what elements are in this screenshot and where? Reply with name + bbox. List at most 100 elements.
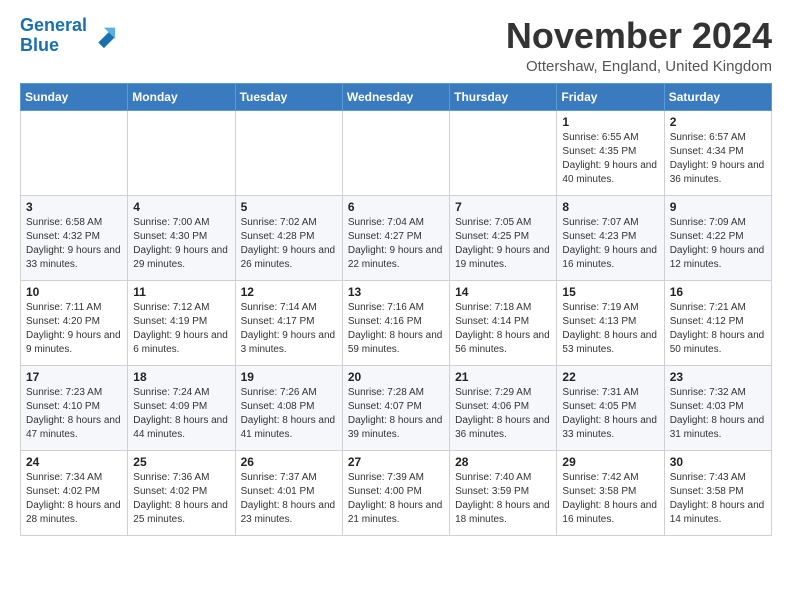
page: GeneralBlue November 2024 Ottershaw, Eng… — [0, 0, 792, 546]
day-number: 27 — [348, 455, 444, 469]
day-number: 15 — [562, 285, 658, 299]
table-cell: 21 Sunrise: 7:29 AM Sunset: 4:06 PM Dayli… — [450, 365, 557, 450]
table-cell: 4 Sunrise: 7:00 AM Sunset: 4:30 PM Daylig… — [128, 195, 235, 280]
day-number: 9 — [670, 200, 766, 214]
day-info: Sunrise: 7:09 AM Sunset: 4:22 PM Dayligh… — [670, 216, 766, 272]
day-info: Sunrise: 7:18 AM Sunset: 4:14 PM Dayligh… — [455, 301, 551, 357]
table-cell: 10Sunrise: 7:11 AM Sunset: 4:20 PM Dayli… — [21, 280, 128, 365]
table-cell — [235, 110, 342, 195]
day-info: Sunrise: 7:05 AM Sunset: 4:25 PM Dayligh… — [455, 216, 551, 272]
table-cell: 22 Sunrise: 7:31 AM Sunset: 4:05 PM Dayli… — [557, 365, 664, 450]
day-info: Sunrise: 6:55 AM Sunset: 4:35 PM Dayligh… — [562, 131, 658, 187]
day-number: 12 — [241, 285, 337, 299]
day-info: Sunrise: 7:00 AM Sunset: 4:30 PM Dayligh… — [133, 216, 229, 272]
table-cell: 11 Sunrise: 7:12 AM Sunset: 4:19 PM Dayli… — [128, 280, 235, 365]
table-cell — [450, 110, 557, 195]
week-row-4: 17 Sunrise: 7:23 AM Sunset: 4:10 PM Dayli… — [21, 365, 772, 450]
table-cell: 17 Sunrise: 7:23 AM Sunset: 4:10 PM Dayli… — [21, 365, 128, 450]
table-cell: 13 Sunrise: 7:16 AM Sunset: 4:16 PM Dayli… — [342, 280, 449, 365]
header-row: Sunday Monday Tuesday Wednesday Thursday… — [21, 83, 772, 110]
day-info: Sunrise: 6:57 AM Sunset: 4:34 PM Dayligh… — [670, 131, 766, 187]
day-info: Sunrise: 7:34 AM Sunset: 4:02 PM Dayligh… — [26, 471, 122, 527]
day-number: 11 — [133, 285, 229, 299]
day-number: 24 — [26, 455, 122, 469]
week-row-1: 1 Sunrise: 6:55 AM Sunset: 4:35 PM Daylig… — [21, 110, 772, 195]
col-monday: Monday — [128, 83, 235, 110]
table-cell: 9 Sunrise: 7:09 AM Sunset: 4:22 PM Daylig… — [664, 195, 771, 280]
day-number: 7 — [455, 200, 551, 214]
day-number: 2 — [670, 115, 766, 129]
day-number: 1 — [562, 115, 658, 129]
day-info: Sunrise: 7:43 AM Sunset: 3:58 PM Dayligh… — [670, 471, 766, 527]
day-number: 30 — [670, 455, 766, 469]
day-info: Sunrise: 7:24 AM Sunset: 4:09 PM Dayligh… — [133, 386, 229, 442]
table-cell: 29 Sunrise: 7:42 AM Sunset: 3:58 PM Dayli… — [557, 450, 664, 535]
table-cell: 7 Sunrise: 7:05 AM Sunset: 4:25 PM Daylig… — [450, 195, 557, 280]
day-number: 3 — [26, 200, 122, 214]
calendar-table: Sunday Monday Tuesday Wednesday Thursday… — [20, 83, 772, 536]
col-tuesday: Tuesday — [235, 83, 342, 110]
title-block: November 2024 Ottershaw, England, United… — [506, 16, 772, 75]
week-row-3: 10Sunrise: 7:11 AM Sunset: 4:20 PM Dayli… — [21, 280, 772, 365]
day-info: Sunrise: 7:07 AM Sunset: 4:23 PM Dayligh… — [562, 216, 658, 272]
table-cell: 18 Sunrise: 7:24 AM Sunset: 4:09 PM Dayli… — [128, 365, 235, 450]
week-row-2: 3Sunrise: 6:58 AM Sunset: 4:32 PM Daylig… — [21, 195, 772, 280]
header: GeneralBlue November 2024 Ottershaw, Eng… — [20, 16, 772, 75]
day-info: Sunrise: 7:23 AM Sunset: 4:10 PM Dayligh… — [26, 386, 122, 442]
day-number: 19 — [241, 370, 337, 384]
table-cell: 2 Sunrise: 6:57 AM Sunset: 4:34 PM Daylig… — [664, 110, 771, 195]
table-cell: 15 Sunrise: 7:19 AM Sunset: 4:13 PM Dayli… — [557, 280, 664, 365]
day-number: 4 — [133, 200, 229, 214]
day-info: Sunrise: 7:21 AM Sunset: 4:12 PM Dayligh… — [670, 301, 766, 357]
table-cell: 8 Sunrise: 7:07 AM Sunset: 4:23 PM Daylig… — [557, 195, 664, 280]
table-cell: 3Sunrise: 6:58 AM Sunset: 4:32 PM Daylig… — [21, 195, 128, 280]
table-cell: 25 Sunrise: 7:36 AM Sunset: 4:02 PM Dayli… — [128, 450, 235, 535]
day-number: 23 — [670, 370, 766, 384]
day-info: Sunrise: 7:16 AM Sunset: 4:16 PM Dayligh… — [348, 301, 444, 357]
day-info: Sunrise: 7:36 AM Sunset: 4:02 PM Dayligh… — [133, 471, 229, 527]
table-cell — [342, 110, 449, 195]
logo-text: GeneralBlue — [20, 16, 87, 56]
col-wednesday: Wednesday — [342, 83, 449, 110]
day-number: 13 — [348, 285, 444, 299]
table-cell: 28 Sunrise: 7:40 AM Sunset: 3:59 PM Dayli… — [450, 450, 557, 535]
day-number: 28 — [455, 455, 551, 469]
week-row-5: 24 Sunrise: 7:34 AM Sunset: 4:02 PM Dayli… — [21, 450, 772, 535]
day-number: 22 — [562, 370, 658, 384]
table-cell — [128, 110, 235, 195]
day-info: Sunrise: 7:37 AM Sunset: 4:01 PM Dayligh… — [241, 471, 337, 527]
table-cell: 1 Sunrise: 6:55 AM Sunset: 4:35 PM Daylig… — [557, 110, 664, 195]
day-info: Sunrise: 7:40 AM Sunset: 3:59 PM Dayligh… — [455, 471, 551, 527]
day-info: Sunrise: 7:32 AM Sunset: 4:03 PM Dayligh… — [670, 386, 766, 442]
table-cell: 6Sunrise: 7:04 AM Sunset: 4:27 PM Daylig… — [342, 195, 449, 280]
day-info: Sunrise: 7:29 AM Sunset: 4:06 PM Dayligh… — [455, 386, 551, 442]
day-number: 8 — [562, 200, 658, 214]
table-cell: 5Sunrise: 7:02 AM Sunset: 4:28 PM Daylig… — [235, 195, 342, 280]
day-info: Sunrise: 7:02 AM Sunset: 4:28 PM Dayligh… — [241, 216, 337, 272]
logo: GeneralBlue — [20, 16, 117, 56]
day-number: 16 — [670, 285, 766, 299]
table-cell: 12Sunrise: 7:14 AM Sunset: 4:17 PM Dayli… — [235, 280, 342, 365]
day-number: 26 — [241, 455, 337, 469]
day-number: 18 — [133, 370, 229, 384]
col-thursday: Thursday — [450, 83, 557, 110]
day-number: 25 — [133, 455, 229, 469]
table-cell: 26 Sunrise: 7:37 AM Sunset: 4:01 PM Dayli… — [235, 450, 342, 535]
day-number: 17 — [26, 370, 122, 384]
day-number: 21 — [455, 370, 551, 384]
month-title: November 2024 — [506, 16, 772, 56]
day-info: Sunrise: 7:12 AM Sunset: 4:19 PM Dayligh… — [133, 301, 229, 357]
day-number: 14 — [455, 285, 551, 299]
day-info: Sunrise: 7:19 AM Sunset: 4:13 PM Dayligh… — [562, 301, 658, 357]
day-number: 20 — [348, 370, 444, 384]
table-cell: 24 Sunrise: 7:34 AM Sunset: 4:02 PM Dayli… — [21, 450, 128, 535]
col-saturday: Saturday — [664, 83, 771, 110]
day-info: Sunrise: 7:26 AM Sunset: 4:08 PM Dayligh… — [241, 386, 337, 442]
col-friday: Friday — [557, 83, 664, 110]
day-number: 29 — [562, 455, 658, 469]
table-cell: 16 Sunrise: 7:21 AM Sunset: 4:12 PM Dayli… — [664, 280, 771, 365]
day-info: Sunrise: 7:31 AM Sunset: 4:05 PM Dayligh… — [562, 386, 658, 442]
day-info: Sunrise: 7:42 AM Sunset: 3:58 PM Dayligh… — [562, 471, 658, 527]
logo-icon — [89, 22, 117, 50]
col-sunday: Sunday — [21, 83, 128, 110]
